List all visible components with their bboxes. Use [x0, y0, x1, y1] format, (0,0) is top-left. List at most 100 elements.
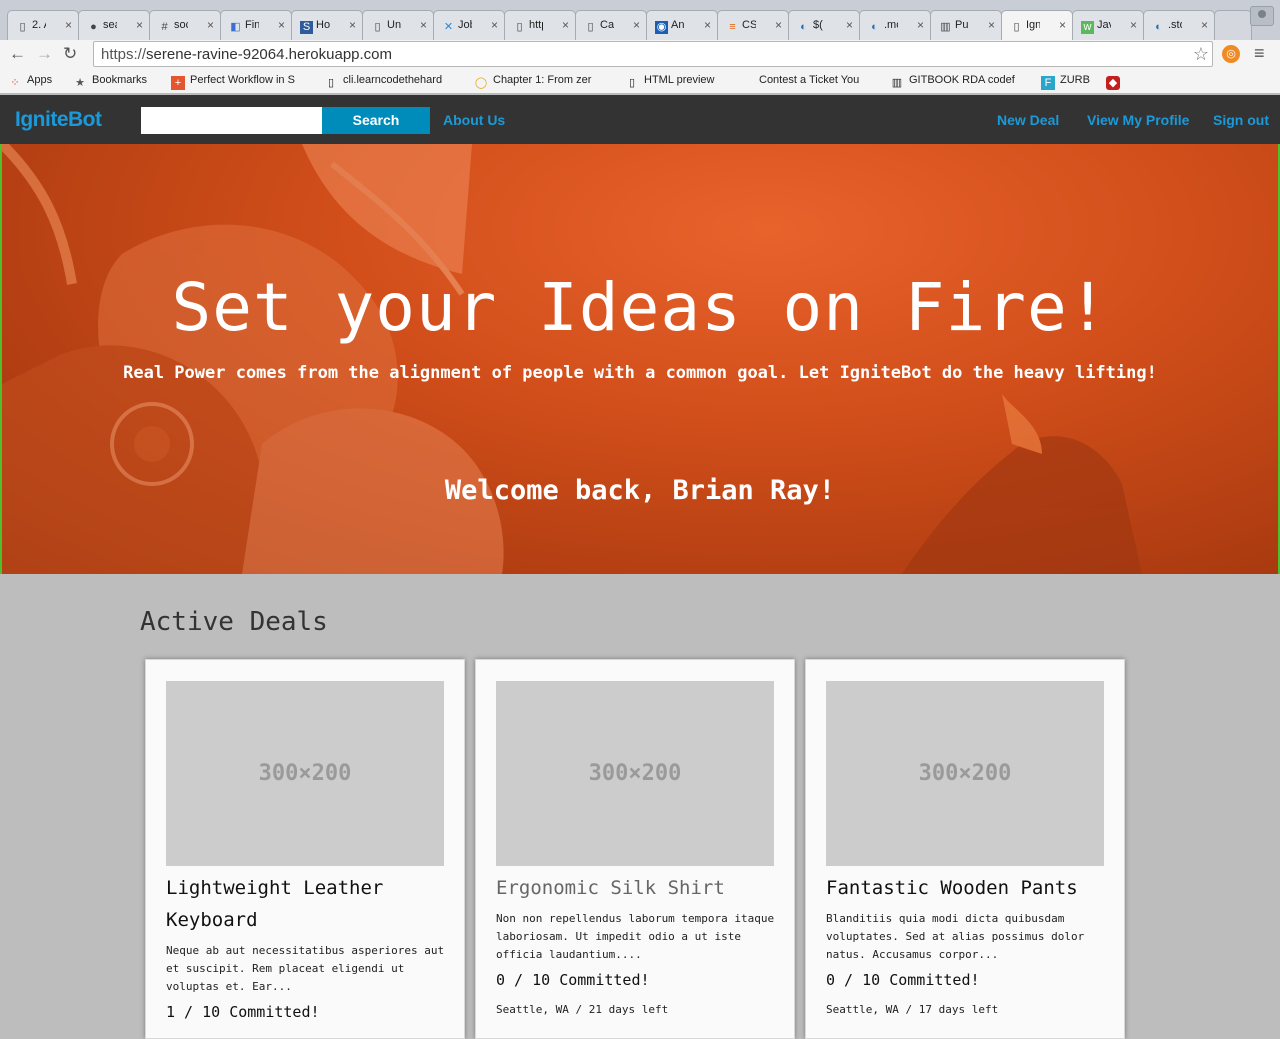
close-icon[interactable]: × [846, 18, 853, 32]
browser-tab[interactable]: ≡CSS× [717, 10, 789, 40]
page-icon: ▯ [374, 21, 381, 33]
hero-banner: Set your Ideas on Fire! Real Power comes… [2, 144, 1278, 574]
bookmark-item[interactable]: + Perfect Workflow in S [171, 74, 307, 90]
close-icon[interactable]: × [1059, 18, 1066, 32]
brand-logo[interactable]: IgniteBot [15, 108, 102, 132]
close-icon[interactable]: × [562, 18, 569, 32]
reload-icon[interactable]: ↻ [63, 44, 77, 64]
browser-tab[interactable]: wJava× [1072, 10, 1144, 40]
close-icon[interactable]: × [704, 18, 711, 32]
browser-tab[interactable]: ▯2. A× [7, 10, 79, 40]
bookmark-item[interactable]: ◯ Chapter 1: From zer [474, 74, 608, 90]
bookmark-item[interactable]: Contest a Ticket You [759, 74, 875, 86]
jquery-icon: ◐ [800, 21, 807, 33]
close-icon[interactable]: × [1130, 18, 1137, 32]
address-bar[interactable]: https://serene-ravine-92064.herokuapp.co… [93, 41, 1213, 67]
back-icon[interactable]: ← [9, 44, 26, 64]
deal-commitment: 0 / 10 Committed! [496, 971, 650, 989]
deal-card[interactable]: 300×200 Lightweight Leather Keyboard Neq… [145, 659, 465, 1039]
view-profile-link[interactable]: View My Profile [1087, 112, 1189, 128]
browser-tab-active[interactable]: ▯ Ign × [1001, 10, 1073, 40]
close-icon[interactable]: × [420, 18, 427, 32]
hash-icon: # [161, 21, 168, 33]
deal-card[interactable]: 300×200 Ergonomic Silk Shirt Non non rep… [475, 659, 795, 1039]
menu-icon[interactable]: ≡ [1254, 43, 1265, 64]
ani-icon: ◉ [655, 21, 668, 34]
site-navbar: IgniteBot Search About Us New Deal View … [0, 95, 1280, 144]
bookmark-item[interactable]: ▥ GITBOOK RDA codef [890, 74, 1024, 90]
browser-tab-strip: ▯2. A× ●sea× #soc× ◧Fin× SHow× ▯Unt× ✕Jo… [0, 0, 1280, 40]
browser-tab[interactable]: #soc× [149, 10, 221, 40]
deal-meta: Seattle, WA / 21 days left [496, 1003, 669, 1016]
bookmark-item[interactable]: ◆ [1106, 74, 1125, 90]
browser-tab[interactable]: ▯Unt× [362, 10, 434, 40]
bookmark-item[interactable]: ▯ cli.learncodethehard [324, 74, 458, 90]
deal-title[interactable]: Lightweight Leather Keyboard [166, 872, 451, 936]
browser-tab[interactable]: SHow× [291, 10, 363, 40]
close-icon[interactable]: × [65, 18, 72, 32]
browser-toolbar: ← → ↻ https://serene-ravine-92064.heroku… [0, 40, 1280, 68]
deal-title[interactable]: Fantastic Wooden Pants [826, 872, 1111, 904]
finder-icon: ◧ [230, 21, 241, 33]
deal-image-placeholder[interactable]: 300×200 [496, 681, 774, 866]
new-tab-button[interactable] [1214, 10, 1252, 40]
deal-title[interactable]: Ergonomic Silk Shirt [496, 872, 781, 904]
close-icon[interactable]: × [136, 18, 143, 32]
s-icon: S [300, 21, 313, 34]
close-icon[interactable]: × [278, 18, 285, 32]
bookmark-bookmarks[interactable]: ★ Bookmarks [73, 74, 147, 90]
close-icon[interactable]: × [349, 18, 356, 32]
close-icon[interactable]: × [988, 18, 995, 32]
close-icon[interactable]: × [207, 18, 214, 32]
close-icon[interactable]: × [491, 18, 498, 32]
github-icon: ● [90, 21, 97, 33]
bookmark-star-icon[interactable]: ☆ [1193, 44, 1209, 65]
jquery-icon: ◐ [871, 21, 878, 33]
browser-tab[interactable]: ◐.mo× [859, 10, 931, 40]
profile-icon[interactable] [1250, 6, 1274, 26]
bookmark-item[interactable]: F ZURB [1041, 74, 1090, 90]
close-icon[interactable]: × [917, 18, 924, 32]
deal-commitment: 0 / 10 Committed! [826, 971, 980, 989]
apps-icon: ⁘ [10, 77, 20, 89]
bookmark-apps[interactable]: ⁘ Apps [8, 74, 52, 90]
browser-tab[interactable]: ◐.sto× [1143, 10, 1215, 40]
page-icon: ▯ [628, 77, 636, 89]
close-icon[interactable]: × [775, 18, 782, 32]
close-icon[interactable]: × [1201, 18, 1208, 32]
browser-tab[interactable]: ●sea× [78, 10, 150, 40]
deal-description: Neque ab aut necessitatibus asperiores a… [166, 944, 445, 993]
stack-icon: ≡ [729, 21, 736, 33]
x-icon: ✕ [443, 21, 454, 33]
about-us-link[interactable]: About Us [443, 112, 505, 128]
page-icon: ▯ [19, 21, 26, 33]
jquery-icon: ◐ [1155, 21, 1162, 33]
browser-tab[interactable]: ✕Job× [433, 10, 505, 40]
browser-tab[interactable]: ◉Ani× [646, 10, 718, 40]
browser-tab[interactable]: ▯http× [504, 10, 576, 40]
extension-icon[interactable]: ◎ [1222, 45, 1240, 63]
bookmark-item[interactable]: ▯ HTML preview [625, 74, 715, 90]
deal-image-placeholder[interactable]: 300×200 [826, 681, 1104, 866]
page-icon: ▯ [1013, 21, 1020, 33]
new-deal-link[interactable]: New Deal [997, 112, 1059, 128]
star-icon: ★ [75, 77, 85, 89]
active-deals-heading: Active Deals [140, 607, 328, 637]
browser-tab[interactable]: ▯Cas× [575, 10, 647, 40]
search-button[interactable]: Search [322, 107, 430, 134]
deal-description: Blanditiis quia modi dicta quibusdam vol… [826, 912, 1085, 961]
browser-tab[interactable]: ◧ Fin × [220, 10, 292, 40]
hero-title: Set your Ideas on Fire! [171, 269, 1109, 346]
hero-subtitle: Real Power comes from the alignment of p… [123, 363, 1157, 383]
browser-tab[interactable]: ◐ $(× [788, 10, 860, 40]
close-icon[interactable]: × [633, 18, 640, 32]
deal-meta: Seattle, WA / 17 days left [826, 1003, 999, 1016]
deal-card[interactable]: 300×200 Fantastic Wooden Pants Blanditii… [805, 659, 1125, 1039]
deal-image-placeholder[interactable]: 300×200 [166, 681, 444, 866]
hero-robot-illustration [2, 144, 1142, 574]
sign-out-link[interactable]: Sign out [1213, 112, 1269, 128]
search-input[interactable] [141, 107, 322, 134]
url-scheme: https:// [101, 46, 147, 63]
browser-tab[interactable]: ▥Pur× [930, 10, 1002, 40]
forward-icon[interactable]: → [36, 44, 53, 64]
